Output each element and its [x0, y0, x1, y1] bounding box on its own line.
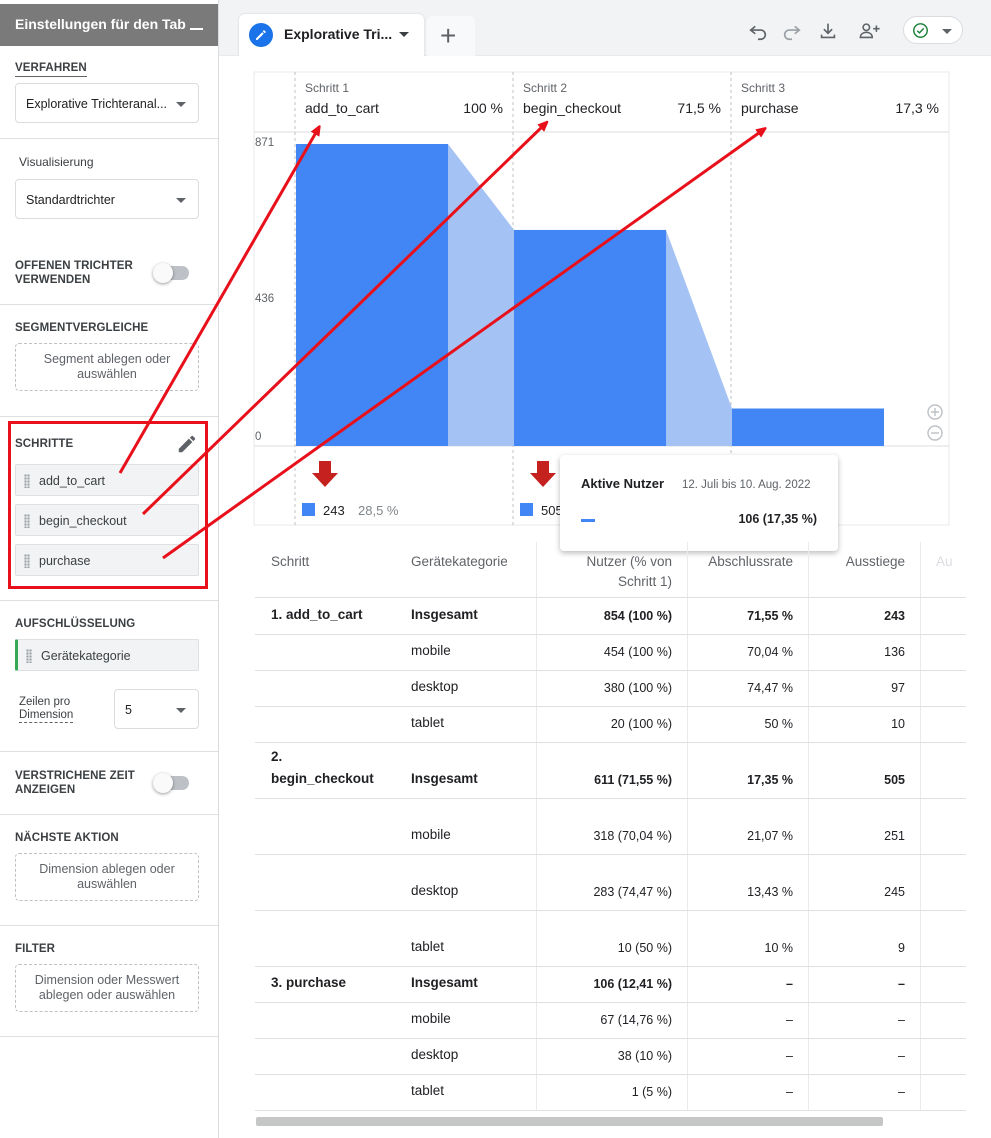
col-header-users[interactable]: Nutzer (% von Schritt 1)	[536, 552, 672, 592]
row-divider	[255, 854, 966, 855]
device-cell: Insgesamt	[411, 771, 478, 786]
device-cell: desktop	[411, 679, 459, 694]
col-header-completion[interactable]: Abschlussrate	[688, 552, 793, 572]
next-action-dropzone[interactable]: Dimension ablegen oder auswählen	[15, 853, 199, 901]
annotation-arrows	[118, 0, 991, 560]
divider	[0, 751, 218, 752]
users-cell: 38 (10 %)	[617, 1049, 672, 1063]
exits-cell: –	[898, 1085, 905, 1099]
divider	[0, 925, 218, 926]
annotation-arrow	[118, 129, 318, 474]
elapsed-time-label: VERSTRICHENE ZEIT ANZEIGEN	[15, 770, 135, 796]
exits-cell: 9	[898, 941, 905, 955]
exits-cell: –	[898, 1049, 905, 1063]
completion-cell: 10 %	[764, 941, 794, 955]
users-cell: 380 (100 %)	[603, 681, 672, 695]
device-cell: mobile	[411, 643, 451, 658]
device-cell: tablet	[411, 939, 445, 954]
users-cell: 67 (14,76 %)	[600, 1013, 672, 1027]
device-cell: desktop	[411, 1047, 459, 1062]
row-divider	[255, 966, 966, 967]
column-divider	[920, 542, 921, 1110]
users-cell: 854 (100 %)	[603, 609, 672, 623]
completion-cell: 13,43 %	[747, 885, 793, 899]
device-cell: Insgesamt	[411, 607, 478, 622]
breakdown-chip[interactable]: Gerätekategorie	[15, 639, 199, 671]
row-divider	[255, 706, 966, 707]
completion-cell: 70,04 %	[747, 645, 793, 659]
row-divider	[255, 670, 966, 671]
divider	[0, 1036, 218, 1037]
completion-cell: 50 %	[764, 717, 794, 731]
users-cell: 611 (71,55 %)	[594, 773, 672, 787]
chevron-down-icon	[176, 708, 186, 713]
breakdown-label: AUFSCHLÜSSELUNG	[15, 618, 136, 630]
step-cell: 2.	[271, 749, 283, 764]
completion-cell: 17,35 %	[747, 773, 793, 787]
completion-cell: 21,07 %	[747, 829, 793, 843]
users-cell: 1 (5 %)	[631, 1085, 672, 1099]
annotation-arrow	[141, 124, 545, 516]
exits-cell: 243	[884, 609, 905, 623]
annotation-arrow	[162, 130, 763, 560]
row-divider	[255, 634, 966, 635]
horizontal-scrollbar[interactable]	[256, 1117, 883, 1126]
col-header-truncated[interactable]: Au	[936, 552, 953, 572]
exits-cell: –	[898, 1013, 905, 1027]
device-cell: mobile	[411, 1011, 451, 1026]
row-divider	[255, 1074, 966, 1075]
device-cell: mobile	[411, 827, 451, 842]
completion-cell: –	[786, 1013, 793, 1027]
filter-dropzone[interactable]: Dimension oder Messwert ablegen oder aus…	[15, 964, 199, 1012]
device-cell: tablet	[411, 715, 445, 730]
divider	[0, 814, 218, 815]
step-cell: begin_checkout	[271, 771, 374, 786]
col-header-exits[interactable]: Ausstiege	[808, 552, 905, 572]
step-cell: 3. purchase	[271, 975, 347, 990]
col-header-step[interactable]: Schritt	[271, 552, 309, 572]
step-cell: 1. add_to_cart	[271, 607, 363, 622]
exits-cell: 10	[891, 717, 905, 731]
exits-cell: –	[898, 977, 905, 991]
completion-cell: –	[786, 977, 793, 991]
users-cell: 10 (50 %)	[617, 941, 672, 955]
completion-cell: 74,47 %	[747, 681, 793, 695]
users-cell: 454 (100 %)	[603, 645, 672, 659]
exits-cell: 97	[891, 681, 905, 695]
users-cell: 318 (70,04 %)	[593, 829, 672, 843]
users-cell: 106 (12,41 %)	[593, 977, 672, 991]
rows-per-dimension-label: Zeilen pro Dimension	[19, 696, 74, 723]
next-action-label: NÄCHSTE AKTION	[15, 832, 119, 844]
header-divider	[255, 597, 966, 598]
exits-cell: 251	[884, 829, 905, 843]
users-cell: 20 (100 %)	[610, 717, 672, 731]
completion-cell: 71,55 %	[747, 609, 793, 623]
exits-cell: 245	[884, 885, 905, 899]
device-cell: tablet	[411, 1083, 445, 1098]
device-cell: desktop	[411, 883, 459, 898]
row-divider	[255, 910, 966, 911]
row-divider	[255, 798, 966, 799]
filter-label: FILTER	[15, 943, 55, 955]
exits-cell: 136	[884, 645, 905, 659]
divider	[0, 600, 218, 601]
elapsed-time-toggle[interactable]	[153, 773, 189, 793]
row-divider	[255, 1038, 966, 1039]
row-divider	[255, 1110, 966, 1111]
drag-handle-icon[interactable]	[26, 649, 32, 663]
rows-per-dimension-select[interactable]: 5	[114, 689, 199, 729]
device-cell: Insgesamt	[411, 975, 478, 990]
row-divider	[255, 742, 966, 743]
users-cell: 283 (74,47 %)	[593, 885, 672, 899]
col-header-device[interactable]: Gerätekategorie	[411, 552, 508, 572]
row-divider	[255, 1002, 966, 1003]
completion-cell: –	[786, 1049, 793, 1063]
completion-cell: –	[786, 1085, 793, 1099]
exits-cell: 505	[884, 773, 905, 787]
